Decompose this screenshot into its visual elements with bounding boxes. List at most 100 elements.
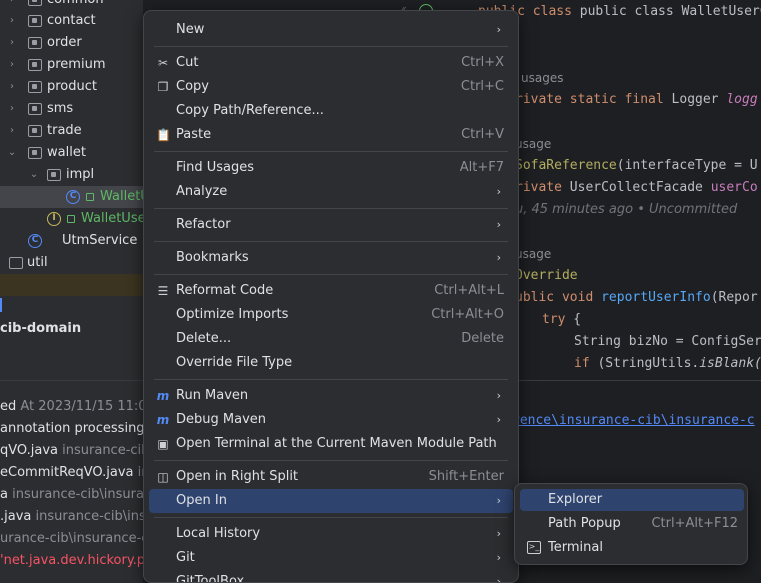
submenu-item-explorer[interactable]: Explorer [520, 489, 744, 511]
menu-item-shortcut: Delete [461, 331, 504, 346]
chevron-right-icon[interactable]: › [7, 98, 17, 120]
menu-item-shortcut: Ctrl+Alt+O [431, 307, 504, 322]
tree-item-utmservice[interactable]: C UtmService [0, 230, 143, 252]
menu-item-label: Analyze [176, 184, 228, 199]
menu-item-delete[interactable]: Delete... Delete [149, 327, 513, 351]
interface-icon: I [47, 212, 61, 226]
chevron-right-icon[interactable]: › [7, 54, 17, 76]
submenu-arrow-icon: › [496, 23, 501, 36]
code-line-facade: rivate UserCollectFacade userCo [515, 180, 758, 195]
menu-item-git[interactable]: Git › [149, 546, 513, 570]
tree-item-sms[interactable]: › sms [0, 98, 143, 120]
menu-item-open-right-split[interactable]: ◫ Open in Right Split Shift+Enter [149, 465, 513, 489]
menu-item-optimize-imports[interactable]: Optimize Imports Ctrl+Alt+O [149, 303, 513, 327]
chevron-right-icon[interactable]: › [7, 10, 17, 32]
package-folder-icon [28, 125, 42, 137]
context-menu[interactable]: New › ✂ Cut Ctrl+X ❐ Copy Ctrl+C Copy Pa… [143, 10, 519, 583]
chevron-right-icon[interactable]: › [7, 32, 17, 54]
tree-item-order[interactable]: › order [0, 32, 143, 54]
build-line[interactable]: qVO.java insurance-cib [0, 440, 143, 462]
submenu-item-terminal[interactable]: >_ Terminal [520, 537, 744, 559]
maven-debug-icon: m [156, 413, 170, 427]
open-in-submenu[interactable]: Explorer Path Popup Ctrl+Alt+F12 >_ Term… [514, 483, 748, 565]
menu-item-label: GitToolBox [176, 574, 245, 583]
tree-item-walletuse-interface[interactable]: I WalletUse [0, 208, 143, 230]
menu-separator [154, 46, 508, 47]
menu-item-debug-maven[interactable]: m Debug Maven › [149, 408, 513, 432]
build-output-panel[interactable]: ed At 2023/11/15 11:08 annotation proces… [0, 381, 143, 583]
tree-item-module[interactable]: cib-domain [0, 318, 143, 340]
menu-item-open-in[interactable]: Open In › [149, 489, 513, 513]
folder-icon [9, 257, 23, 269]
menu-item-gittoolbox[interactable]: GitToolBox › [149, 570, 513, 583]
tree-item-label: premium [47, 57, 106, 72]
build-line[interactable]: annotation processing [0, 418, 143, 440]
menu-item-shortcut: Ctrl+V [461, 127, 504, 142]
build-line[interactable]: urance-cib\insurance-c [0, 528, 143, 550]
menu-item-open-terminal-maven[interactable]: ▣ Open Terminal at the Current Maven Mod… [149, 432, 513, 456]
tree-item-premium[interactable]: › premium [0, 54, 143, 76]
submenu-arrow-icon: › [496, 494, 501, 507]
menu-item-bookmarks[interactable]: Bookmarks › [149, 246, 513, 270]
submenu-item-shortcut: Ctrl+Alt+F12 [651, 516, 738, 531]
tree-item-label: impl [66, 167, 95, 182]
tree-item-wallet[interactable]: ⌄ wallet [0, 142, 143, 164]
menu-item-analyze[interactable]: Analyze › [149, 180, 513, 204]
chevron-right-icon[interactable]: › [7, 120, 17, 142]
usage-hint[interactable]: usage [515, 137, 551, 151]
menu-item-label: Refactor [176, 217, 231, 232]
build-line[interactable]: eCommitReqVO.java insurance-cib [0, 462, 143, 484]
menu-item-reformat-code[interactable]: ☰ Reformat Code Ctrl+Alt+L [149, 279, 513, 303]
tree-item-label: trade [47, 123, 82, 138]
menu-item-label: Open Terminal at the Current Maven Modul… [176, 436, 497, 451]
tree-item-product[interactable]: › product [0, 76, 143, 98]
tree-item-label: WalletU [100, 189, 143, 204]
build-line[interactable]: a insurance-cib\insura [0, 484, 143, 506]
module-marker [0, 298, 2, 312]
package-folder-icon [28, 103, 42, 115]
menu-item-override-file-type[interactable]: Override File Type [149, 351, 513, 375]
menu-item-run-maven[interactable]: m Run Maven › [149, 384, 513, 408]
menu-item-paste[interactable]: 📋 Paste Ctrl+V [149, 123, 513, 147]
menu-item-label: Override File Type [176, 355, 293, 370]
tree-item-trade[interactable]: › trade [0, 120, 143, 142]
scissors-icon: ✂ [157, 56, 169, 70]
tree-item-walletu-class[interactable]: C WalletU [0, 186, 143, 208]
submenu-item-path-popup[interactable]: Path Popup Ctrl+Alt+F12 [520, 513, 744, 535]
class-icon: C [66, 190, 80, 204]
tree-item-util[interactable]: util [0, 252, 143, 274]
usage-hint[interactable]: usage [515, 247, 551, 261]
tree-item-impl[interactable]: ⌄ impl [0, 164, 143, 186]
chevron-right-icon[interactable]: › [7, 76, 17, 98]
menu-item-copy-path[interactable]: Copy Path/Reference... [149, 99, 513, 123]
module-label: cib-domain [0, 321, 82, 336]
git-blame-annotation: u, 45 minutes ago • Uncommitted [515, 202, 738, 217]
menu-item-label: Cut [176, 55, 199, 70]
menu-item-find-usages[interactable]: Find Usages Alt+F7 [149, 156, 513, 180]
menu-item-copy[interactable]: ❐ Copy Ctrl+C [149, 75, 513, 99]
build-line-error[interactable]: 'net.java.dev.hickory.p [0, 550, 143, 572]
tree-item-contact[interactable]: › contact [0, 10, 143, 32]
code-line-try: try { [542, 312, 582, 327]
menu-separator [154, 208, 508, 209]
menu-item-new[interactable]: New › [149, 18, 513, 42]
menu-separator [154, 460, 508, 461]
menu-item-local-history[interactable]: Local History › [149, 522, 513, 546]
menu-item-refactor[interactable]: Refactor › [149, 213, 513, 237]
submenu-arrow-icon: › [496, 185, 501, 198]
build-line[interactable]: ed At 2023/11/15 11:08 [0, 396, 143, 418]
chevron-down-icon[interactable]: ⌄ [29, 164, 39, 186]
usage-hint[interactable]: usages [521, 71, 563, 85]
package-folder-icon [28, 37, 42, 49]
chevron-down-icon[interactable]: ⌄ [7, 142, 17, 164]
output-path-link[interactable]: rence\insurance-cib\insurance-c [512, 413, 755, 428]
submenu-arrow-icon: › [496, 551, 501, 564]
tree-highlight-row[interactable] [0, 274, 143, 296]
menu-item-label: Run Maven [176, 388, 249, 403]
menu-item-label: Open in Right Split [176, 469, 299, 484]
build-line[interactable]: .java insurance-cib\ins [0, 506, 143, 528]
project-tree[interactable]: › common › contact › order › premium › p… [0, 0, 143, 380]
class-icon: C [28, 234, 42, 248]
reformat-icon: ☰ [157, 284, 169, 298]
menu-item-cut[interactable]: ✂ Cut Ctrl+X [149, 51, 513, 75]
